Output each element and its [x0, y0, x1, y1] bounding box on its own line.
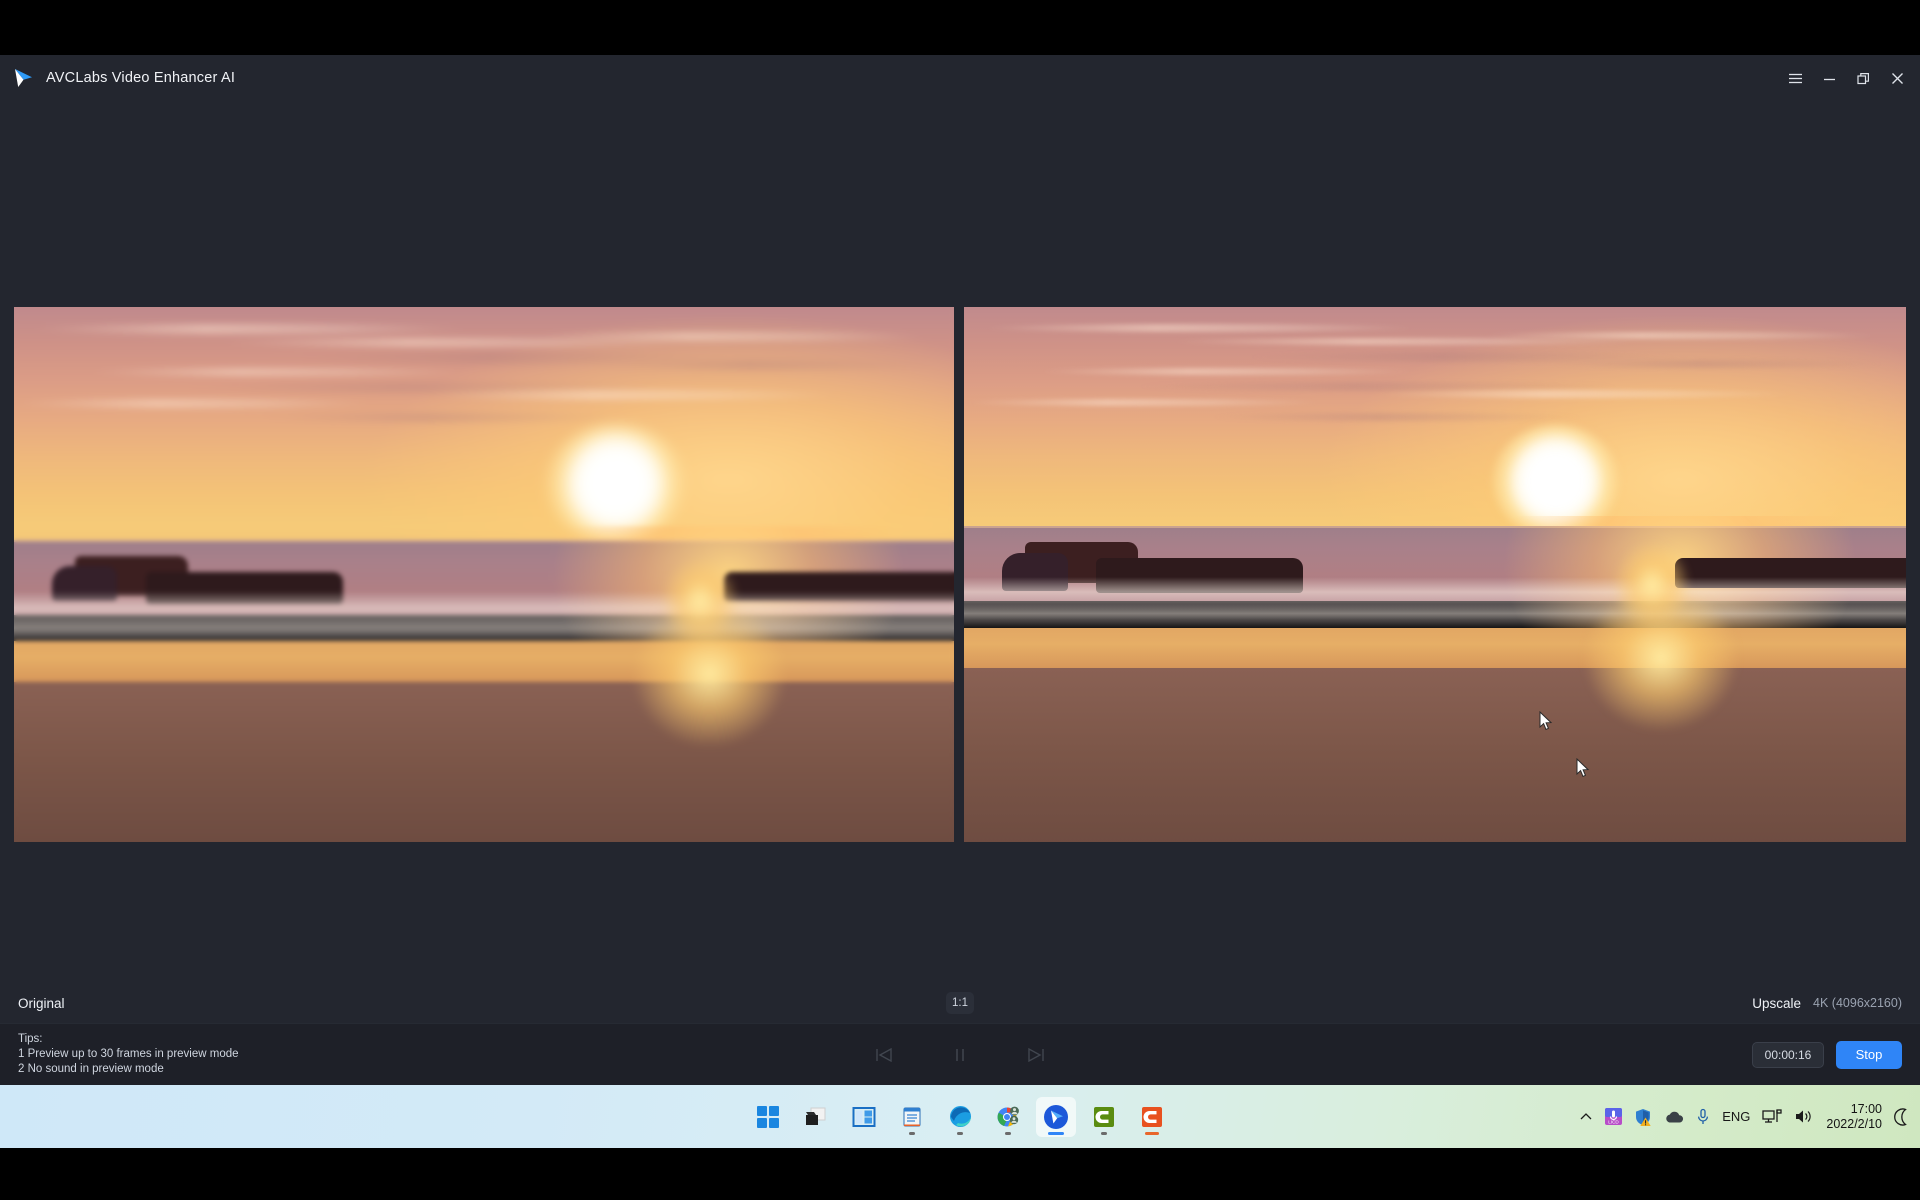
camtasia-button[interactable]: [1084, 1097, 1124, 1137]
upscale-label: Upscale: [1752, 995, 1802, 1011]
windows-taskbar: LICD ENG 17:00 2022/2/10: [0, 1085, 1920, 1148]
running-indicator: [957, 1131, 963, 1135]
original-video-preview[interactable]: [14, 307, 954, 842]
upscale-info: Upscale 4K (4096x2160): [1752, 996, 1902, 1011]
title-bar: AVCLabs Video Enhancer AI: [0, 55, 1920, 102]
svg-text:LICD: LICD: [1608, 1119, 1619, 1124]
pause-icon[interactable]: [947, 1042, 973, 1068]
skip-previous-icon[interactable]: [871, 1042, 897, 1068]
file-explorer-button[interactable]: [796, 1097, 836, 1137]
restore-icon[interactable]: [1846, 62, 1880, 94]
tips-block: Tips: 1 Preview up to 30 frames in previ…: [18, 1032, 239, 1078]
widgets-button[interactable]: [844, 1097, 884, 1137]
transport-controls: [871, 1042, 1049, 1068]
upscaled-video-preview[interactable]: [964, 307, 1906, 842]
tip-item-1: 1 Preview up to 30 frames in preview mod…: [18, 1047, 239, 1060]
ratio-button[interactable]: 1:1: [946, 992, 974, 1014]
snagit-button[interactable]: [1132, 1097, 1172, 1137]
running-indicator: [909, 1131, 915, 1135]
active-indicator: [1048, 1131, 1064, 1135]
preview-meta-bar: Original 1:1 Upscale 4K (4096x2160): [0, 983, 1920, 1023]
zoom-ratio-control: 1:1: [946, 992, 974, 1014]
start-button[interactable]: [748, 1097, 788, 1137]
stop-button[interactable]: Stop: [1836, 1040, 1902, 1069]
clock-date: 2022/2/10: [1826, 1116, 1882, 1131]
close-icon[interactable]: [1880, 62, 1914, 94]
avclabs-app-window: AVCLabs Video Enhancer AI Original 1:1 U…: [0, 55, 1920, 1085]
screen: AVCLabs Video Enhancer AI Original 1:1 U…: [0, 0, 1920, 1200]
taskbar-apps: [748, 1096, 1172, 1137]
edge-browser-button[interactable]: [940, 1097, 980, 1137]
avclabs-button[interactable]: [1036, 1096, 1076, 1137]
network-icon[interactable]: [1762, 1108, 1783, 1125]
do-not-disturb-moon-icon[interactable]: [1894, 1107, 1910, 1126]
volume-icon[interactable]: [1794, 1108, 1814, 1125]
upscale-resolution-value: 4K (4096x2160): [1813, 996, 1902, 1010]
language-indicator[interactable]: ENG: [1722, 1109, 1750, 1124]
bottom-bar: Tips: 1 Preview up to 30 frames in previ…: [0, 1023, 1920, 1085]
system-tray: LICD ENG 17:00 2022/2/10: [1579, 1085, 1910, 1148]
microphone-icon[interactable]: [1696, 1108, 1710, 1126]
preview-panes: [14, 307, 1906, 842]
purple-app-tray-icon[interactable]: LICD: [1605, 1108, 1623, 1125]
tips-title: Tips:: [18, 1032, 43, 1045]
clock-time: 17:00: [1850, 1101, 1882, 1116]
menu-icon[interactable]: [1778, 62, 1812, 94]
minimize-icon[interactable]: [1812, 62, 1846, 94]
play-triangle-logo-icon: [10, 65, 36, 91]
app-title: AVCLabs Video Enhancer AI: [46, 70, 236, 86]
running-indicator: [1101, 1131, 1107, 1135]
running-indicator: [1145, 1131, 1159, 1135]
onedrive-cloud-icon[interactable]: [1664, 1110, 1684, 1124]
upscaled-video-frame: [964, 307, 1906, 842]
chrome-browser-button[interactable]: [988, 1097, 1028, 1137]
clock[interactable]: 17:00 2022/2/10: [1826, 1102, 1882, 1132]
chevron-up-icon[interactable]: [1579, 1110, 1593, 1124]
skip-next-icon[interactable]: [1023, 1042, 1049, 1068]
running-indicator: [1005, 1131, 1011, 1135]
notepad-button[interactable]: [892, 1097, 932, 1137]
security-shield-warning-icon[interactable]: [1634, 1108, 1652, 1126]
original-label: Original: [18, 995, 65, 1011]
tip-item-2: 2 No sound in preview mode: [18, 1063, 164, 1076]
preview-area: [0, 102, 1920, 983]
original-video-frame: [14, 307, 954, 842]
elapsed-timer: 00:00:16: [1752, 1041, 1824, 1068]
bottom-actions: 00:00:16 Stop: [1752, 1040, 1902, 1069]
